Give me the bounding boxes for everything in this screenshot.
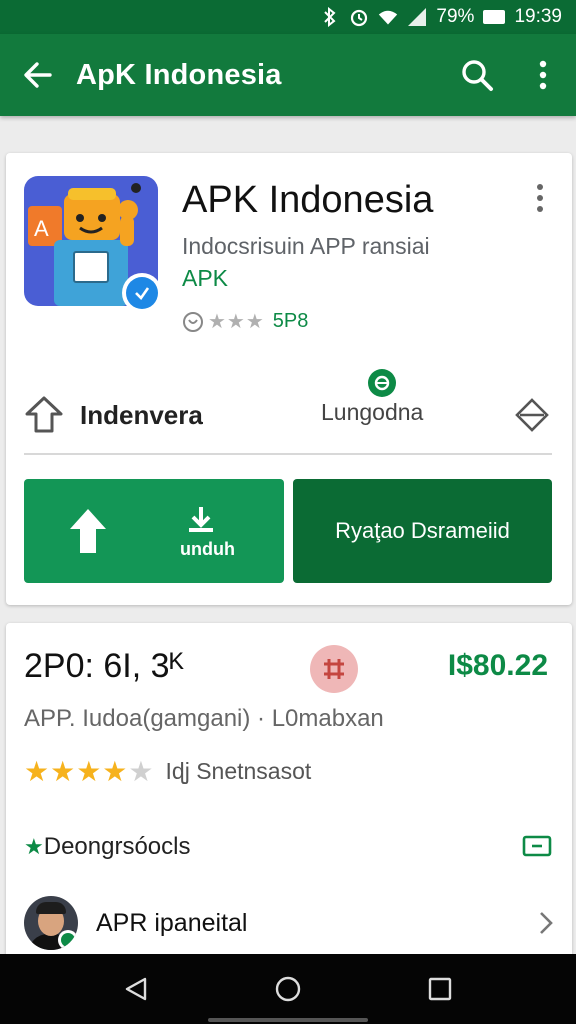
nav-recents-icon bbox=[428, 977, 452, 1001]
alarm-icon bbox=[349, 7, 369, 27]
nav-back-button[interactable] bbox=[106, 959, 166, 1019]
rating-text: Iɖj Snetnsasot bbox=[165, 758, 312, 784]
wifi-icon bbox=[378, 7, 398, 27]
diamond-icon[interactable] bbox=[514, 397, 550, 433]
rating-stars: ★★★ bbox=[208, 311, 265, 333]
app-category-link[interactable]: APK bbox=[182, 265, 228, 292]
home-indicator bbox=[208, 1018, 368, 1022]
rating-count: 5P8 bbox=[272, 310, 309, 332]
app-meta: APP. Iudoa(ɡamgani) · L0mabxan bbox=[24, 705, 384, 732]
card-overflow-button[interactable] bbox=[528, 181, 552, 215]
heart-icon bbox=[183, 311, 203, 332]
share-label[interactable]: Indenvera bbox=[80, 400, 203, 431]
search-icon bbox=[462, 60, 493, 91]
rating-stars: ★★★★ bbox=[24, 756, 129, 787]
overflow-menu-button[interactable] bbox=[510, 34, 576, 116]
chat-icon[interactable] bbox=[522, 835, 552, 861]
app-subtitle: Indocsrisuin APP ransiai bbox=[182, 233, 430, 259]
upload-arrow-icon bbox=[70, 509, 106, 553]
share-row: Indenvera Lungodna bbox=[24, 369, 554, 445]
app-header-card: A APK Indonesia Indocsrisuin APP ransiai… bbox=[6, 153, 572, 605]
verified-badge-icon bbox=[122, 273, 162, 313]
app-bar: ApK Indonesia bbox=[0, 34, 576, 116]
system-nav-bar bbox=[0, 954, 576, 1024]
more-vert-icon bbox=[537, 184, 543, 212]
app-bar-title: ApK Indonesia bbox=[76, 58, 282, 91]
rating-row: ★★★ 5P8 bbox=[182, 309, 308, 334]
download-icon bbox=[189, 507, 213, 532]
back-button[interactable] bbox=[0, 34, 76, 116]
tag-icon bbox=[310, 645, 358, 693]
search-button[interactable] bbox=[444, 34, 510, 116]
clock: 19:39 bbox=[514, 6, 562, 27]
developer-name: APR ipaneital bbox=[96, 908, 248, 937]
description-text: Deongrsóocls bbox=[43, 833, 191, 860]
share-icon[interactable] bbox=[24, 395, 64, 435]
chevron-right-icon bbox=[540, 912, 553, 934]
nav-recents-button[interactable] bbox=[410, 959, 470, 1019]
install-count: 2P0: 6I, 3ᴷ bbox=[24, 647, 184, 685]
app-info-card: 2P0: 6I, 3ᴷ I$80.22 APP. Iudoa(ɡamgani) … bbox=[6, 623, 572, 963]
install-button[interactable]: unduh bbox=[24, 479, 284, 583]
battery-percent: 79% bbox=[436, 6, 475, 27]
avatar bbox=[24, 896, 78, 950]
detail-button[interactable]: Ryaţao Dsrameiid bbox=[293, 479, 552, 583]
app-title: APK Indonesia bbox=[182, 179, 434, 221]
detail-label: Ryaţao Dsrameiid bbox=[335, 518, 510, 543]
description-row[interactable]: ★ Deongrsóocls bbox=[24, 827, 554, 867]
status-bar: 79% 19:39 bbox=[0, 0, 576, 34]
more-vert-icon bbox=[539, 60, 547, 90]
nav-back-icon bbox=[125, 977, 147, 1001]
nav-home-icon bbox=[275, 976, 301, 1002]
back-arrow-icon bbox=[24, 62, 52, 88]
star-icon: ★ bbox=[24, 834, 44, 859]
signal-icon bbox=[407, 7, 427, 27]
install-label: unduh bbox=[180, 539, 235, 559]
rating-row: ★★★★ ★ Iɖj Snetnsasot bbox=[24, 756, 312, 787]
developer-row[interactable]: APR ipaneital bbox=[24, 895, 554, 951]
svg-text:A: A bbox=[34, 216, 49, 241]
price: I$80.22 bbox=[447, 649, 548, 682]
battery-icon bbox=[483, 10, 506, 24]
bluetooth-icon bbox=[320, 7, 340, 27]
divider bbox=[24, 453, 552, 455]
nav-home-button[interactable] bbox=[258, 959, 318, 1019]
language-icon bbox=[368, 369, 396, 397]
language-label[interactable]: Lungodna bbox=[321, 399, 423, 426]
